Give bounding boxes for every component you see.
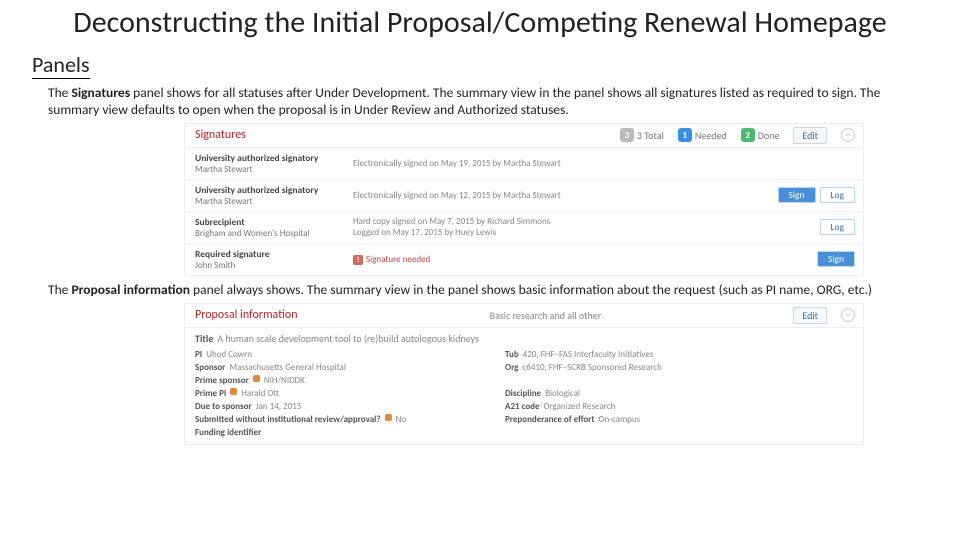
info-field: Funding identifier	[195, 427, 495, 438]
total-chip-icon: 3	[620, 128, 634, 142]
sign-button[interactable]: Sign	[778, 187, 816, 203]
info-field: Preponderance of effort On-campus	[505, 414, 853, 425]
edit-button[interactable]: Edit	[793, 307, 827, 324]
info-field: PI Uhod Cowrn	[195, 349, 495, 360]
proposal-info-title: Proposal information	[195, 308, 298, 322]
collapse-icon[interactable]: −	[841, 128, 855, 142]
page-title: Deconstructing the Initial Proposal/Comp…	[24, 6, 936, 39]
collapse-icon[interactable]: −	[841, 308, 855, 322]
info-field: Prime PI Harald Ott	[195, 388, 495, 399]
edit-button[interactable]: Edit	[793, 127, 827, 144]
log-button[interactable]: Log	[820, 187, 855, 203]
log-button[interactable]: Log	[820, 219, 855, 235]
sign-button[interactable]: Sign	[817, 251, 855, 267]
signature-row: Required signatureJohn Smith Signature n…	[185, 244, 863, 275]
info-field: A21 code Organized Research	[505, 401, 853, 412]
info-field: Sponsor Massachusetts General Hospital	[195, 362, 495, 373]
warning-icon: Signature needed	[353, 254, 430, 265]
signatures-panel: Signatures 33 Total 1Needed 2Done Edit −…	[184, 123, 864, 276]
info-field: Discipline Biological	[505, 388, 853, 399]
proposal-info-description: The Proposal information panel always sh…	[48, 282, 928, 299]
project-title: TitleA human scale development tool to (…	[195, 332, 853, 345]
done-chip-icon: 2	[741, 128, 755, 142]
signature-row: University authorized signatoryMartha St…	[185, 148, 863, 180]
needed-chip-icon: 1	[678, 128, 692, 142]
info-field: Tub 420, FHF−FAS Interfaculty Initiative…	[505, 349, 853, 360]
signatures-header: Signatures 33 Total 1Needed 2Done Edit −	[185, 124, 863, 148]
signatures-description: The Signatures panel shows for all statu…	[48, 85, 928, 119]
info-field: Due to sponsor Jan 14, 2015	[195, 401, 495, 412]
info-field: Prime sponsor NIH/NIDDK	[195, 375, 495, 386]
info-field: Org c6410, FHF−SCRB Sponsored Research	[505, 362, 853, 373]
signature-row: SubrecipientBrigham and Women's Hospital…	[185, 212, 863, 244]
signature-row: University authorized signatoryMartha St…	[185, 180, 863, 212]
proposal-info-panel: Proposal information Basic research and …	[184, 303, 864, 445]
section-heading: Panels	[32, 51, 90, 79]
signatures-title: Signatures	[195, 128, 246, 142]
proposal-info-header: Proposal information Basic research and …	[185, 304, 863, 328]
info-field: Submitted without institutional review/a…	[195, 414, 495, 425]
info-field	[505, 427, 853, 438]
info-field	[505, 375, 853, 386]
